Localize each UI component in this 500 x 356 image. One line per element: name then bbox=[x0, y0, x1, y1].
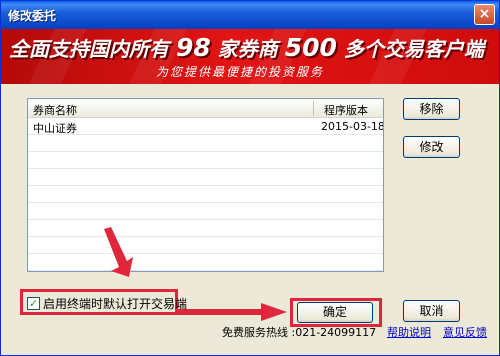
banner-subtitle: 为您提供最便捷的投资服务 bbox=[156, 65, 325, 79]
help-link[interactable]: 帮助说明 bbox=[387, 324, 431, 340]
cancel-button[interactable]: 取消 bbox=[403, 300, 460, 322]
column-header-version[interactable]: 程序版本 bbox=[324, 102, 368, 118]
startup-checkbox-label[interactable]: 启用终端时默认打开交易端 bbox=[43, 295, 187, 312]
window-title: 修改委托 bbox=[8, 9, 57, 23]
hotline-text: 免费服务热线 :021-24099117 bbox=[222, 326, 377, 339]
title-bar: 修改委托 × bbox=[1, 1, 499, 29]
startup-option[interactable]: ✓ 启用终端时默认打开交易端 bbox=[20, 289, 187, 315]
banner-headline: 全面支持国内所有 98 家券商 500 多个交易客户端 bbox=[9, 33, 484, 62]
list-header: 券商名称 程序版本 bbox=[28, 99, 383, 118]
feedback-link[interactable]: 意见反馈 bbox=[443, 324, 487, 340]
broker-version: 2015-03-18 bbox=[321, 120, 384, 133]
promo-banner: 全面支持国内所有 98 家券商 500 多个交易客户端 为您提供最便捷的投资服务 bbox=[1, 29, 499, 84]
confirm-highlight: 确定 bbox=[290, 298, 382, 327]
confirm-button[interactable]: 确定 bbox=[297, 302, 373, 323]
broker-name: 中山证券 bbox=[33, 122, 77, 135]
modify-broker-dialog: 修改委托 × 全面支持国内所有 98 家券商 500 多个交易客户端 为您提供最… bbox=[0, 0, 500, 356]
table-row[interactable]: 中山证券 2015-03-18 bbox=[28, 119, 383, 135]
remove-button[interactable]: 移除 bbox=[403, 98, 460, 120]
broker-list[interactable]: 券商名称 程序版本 中山证券 2015-03-18 bbox=[27, 98, 384, 272]
startup-checkbox[interactable]: ✓ bbox=[27, 297, 40, 310]
close-button[interactable]: × bbox=[474, 4, 495, 25]
down-arrow-annotation bbox=[104, 227, 133, 277]
right-arrow-annotation bbox=[177, 303, 287, 321]
modify-button[interactable]: 修改 bbox=[403, 136, 460, 158]
column-header-broker[interactable]: 券商名称 bbox=[33, 102, 77, 118]
